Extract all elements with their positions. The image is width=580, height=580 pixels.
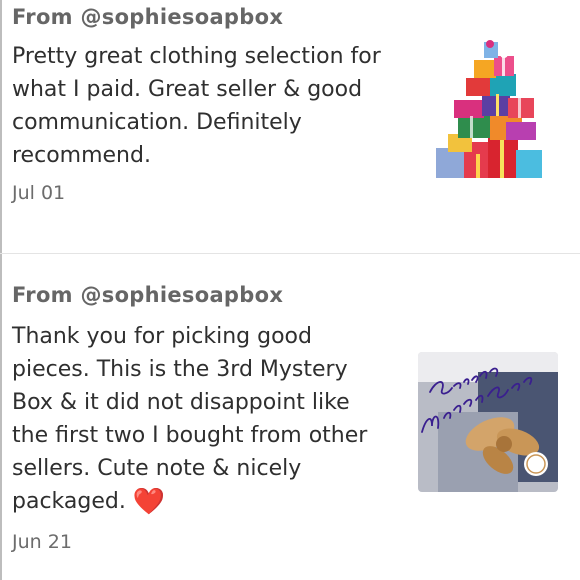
review-photo-gift-boxes[interactable] — [418, 38, 558, 178]
review-author[interactable]: From @sophiesoapbox — [12, 2, 568, 32]
review-date: Jun 21 — [12, 531, 72, 553]
gift-boxes-illustration — [418, 38, 558, 178]
review-text: Pretty great clothing selection for what… — [12, 44, 381, 168]
heart-icon: ❤️ — [132, 487, 166, 517]
review-date: Jul 01 — [12, 182, 66, 204]
review-text: Thank you for picking good pieces. This … — [12, 320, 392, 519]
review-divider — [0, 253, 580, 254]
review-author[interactable]: From @sophiesoapbox — [12, 280, 568, 310]
left-border — [0, 0, 2, 580]
review-photo-mystery-box[interactable] — [418, 352, 558, 492]
mystery-box-illustration — [418, 352, 558, 492]
review-text-content: Thank you for picking good pieces. This … — [12, 324, 368, 514]
